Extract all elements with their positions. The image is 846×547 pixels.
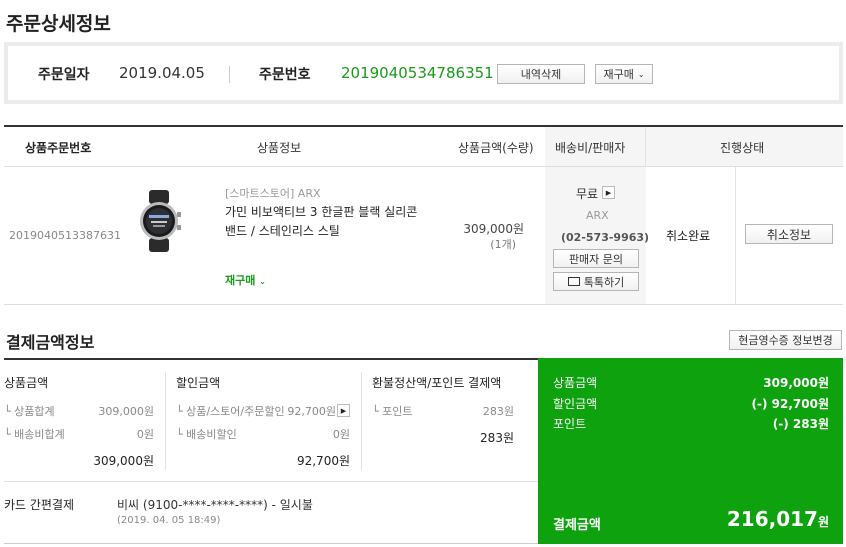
discount-item-value: 92,700원 <box>287 405 336 418</box>
summary-item-value: (-) 283원 <box>772 417 829 431</box>
cancel-info-button[interactable]: 취소정보 <box>745 224 833 244</box>
product-amount-item-value: 309,000원 <box>98 405 154 418</box>
divider <box>229 66 230 83</box>
reorder-dropdown-button[interactable]: 재구매 ⌄ <box>595 64 653 84</box>
reorder-link[interactable]: 재구매 ⌄ <box>225 272 266 288</box>
product-thumbnail[interactable] <box>132 190 186 252</box>
discount-item-value: 0원 <box>332 428 350 441</box>
chevron-down-icon: ⌄ <box>259 277 266 286</box>
shipping-fee: 무료 <box>576 185 598 202</box>
discount-info-arrow-button[interactable]: ▶ <box>337 404 350 417</box>
column-divider <box>645 127 646 167</box>
header-product-info: 상품정보 <box>257 141 302 155</box>
store-name[interactable]: [스마트스토어] ARX <box>225 185 321 201</box>
payment-bottom-border <box>4 543 538 544</box>
product-amount-item-value: 0원 <box>136 428 154 441</box>
product-name-line1[interactable]: 가민 비보액티브 3 한글판 블랙 실리콘 <box>225 203 417 220</box>
watch-image <box>140 190 181 252</box>
talktalk-button[interactable]: 톡톡하기 <box>553 272 639 291</box>
header-price-qty: 상품금액(수량) <box>458 141 534 155</box>
summary-item-label: 상품금액 <box>553 376 598 390</box>
chat-bubble-icon <box>567 277 580 286</box>
seller-name: ARX <box>586 209 609 222</box>
summary-item-value: (-) 92,700원 <box>751 397 829 411</box>
payment-section-title: 결제금액정보 <box>6 333 95 352</box>
page-title: 주문상세정보 <box>6 13 111 35</box>
product-amount-total: 309,000원 <box>93 454 154 468</box>
discount-total: 92,700원 <box>296 454 350 468</box>
summary-total: 216,017원 <box>660 507 829 531</box>
refund-total: 283원 <box>480 431 514 445</box>
seller-phone: (02-573-9963) <box>561 231 650 244</box>
reorder-link-label: 재구매 <box>225 274 256 287</box>
order-status: 취소완료 <box>666 229 711 243</box>
order-number-label: 주문번호 <box>259 67 311 83</box>
talktalk-label: 톡톡하기 <box>583 275 625 289</box>
reorder-dropdown-label: 재구매 <box>603 68 634 81</box>
status-cell-divider <box>735 167 736 304</box>
table-header-bottom <box>4 166 843 167</box>
discount-title: 할인금액 <box>176 376 221 390</box>
shipping-fee-label: 무료 <box>576 187 599 201</box>
payment-method-label: 카드 간편결제 <box>4 498 75 512</box>
refund-item-value: 283원 <box>482 405 514 418</box>
cash-receipt-button[interactable]: 현금영수증 정보변경 <box>729 330 842 350</box>
payment-method-detail: 비씨 (9100-****-****-****) - 일시불 <box>117 498 313 512</box>
product-qty: (1개) <box>490 238 516 251</box>
product-amount-title: 상품금액 <box>4 376 49 390</box>
refund-title: 환불정산액/포인트 결제액 <box>372 376 502 390</box>
order-date-label: 주문일자 <box>38 67 90 83</box>
header-shipping-seller: 배송비/판매자 <box>555 141 626 155</box>
product-price: 309,000원 <box>463 222 524 236</box>
refund-item-label: └ 포인트 <box>372 405 413 418</box>
table-row-bottom <box>4 304 843 305</box>
product-name-line2[interactable]: 밴드 / 스테인리스 스틸 <box>225 222 340 239</box>
discount-item-label: └ 상품/스토어/주문할인 <box>176 405 285 418</box>
payment-method-datetime: (2019. 04. 05 18:49) <box>117 515 221 526</box>
summary-item-value: 309,000원 <box>763 376 829 390</box>
order-date-value: 2019.04.05 <box>119 64 205 82</box>
header-product-order-no: 상품주문번호 <box>25 141 92 155</box>
delete-history-button[interactable]: 내역삭제 <box>497 64 585 84</box>
header-status: 진행상태 <box>720 141 765 155</box>
shipping-info-arrow-button[interactable]: ▶ <box>602 186 615 199</box>
column-divider <box>165 372 166 470</box>
product-order-number: 2019040513387631 <box>9 229 121 242</box>
summary-total-label: 결제금액 <box>553 518 601 533</box>
column-divider <box>361 372 362 470</box>
payment-row-divider <box>4 481 538 482</box>
summary-total-unit: 원 <box>817 515 829 529</box>
order-number-value: 2019040534786351 <box>341 64 494 82</box>
product-amount-item-label: └ 상품합계 <box>4 405 55 418</box>
summary-item-label: 포인트 <box>553 417 587 431</box>
discount-item-label: └ 배송비할인 <box>176 428 237 441</box>
summary-item-label: 할인금액 <box>553 397 598 411</box>
chevron-down-icon: ⌄ <box>637 69 645 79</box>
seller-inquiry-button[interactable]: 판매자 문의 <box>553 249 639 268</box>
product-amount-item-label: └ 배송비합계 <box>4 428 65 441</box>
summary-total-value: 216,017 <box>726 507 818 531</box>
